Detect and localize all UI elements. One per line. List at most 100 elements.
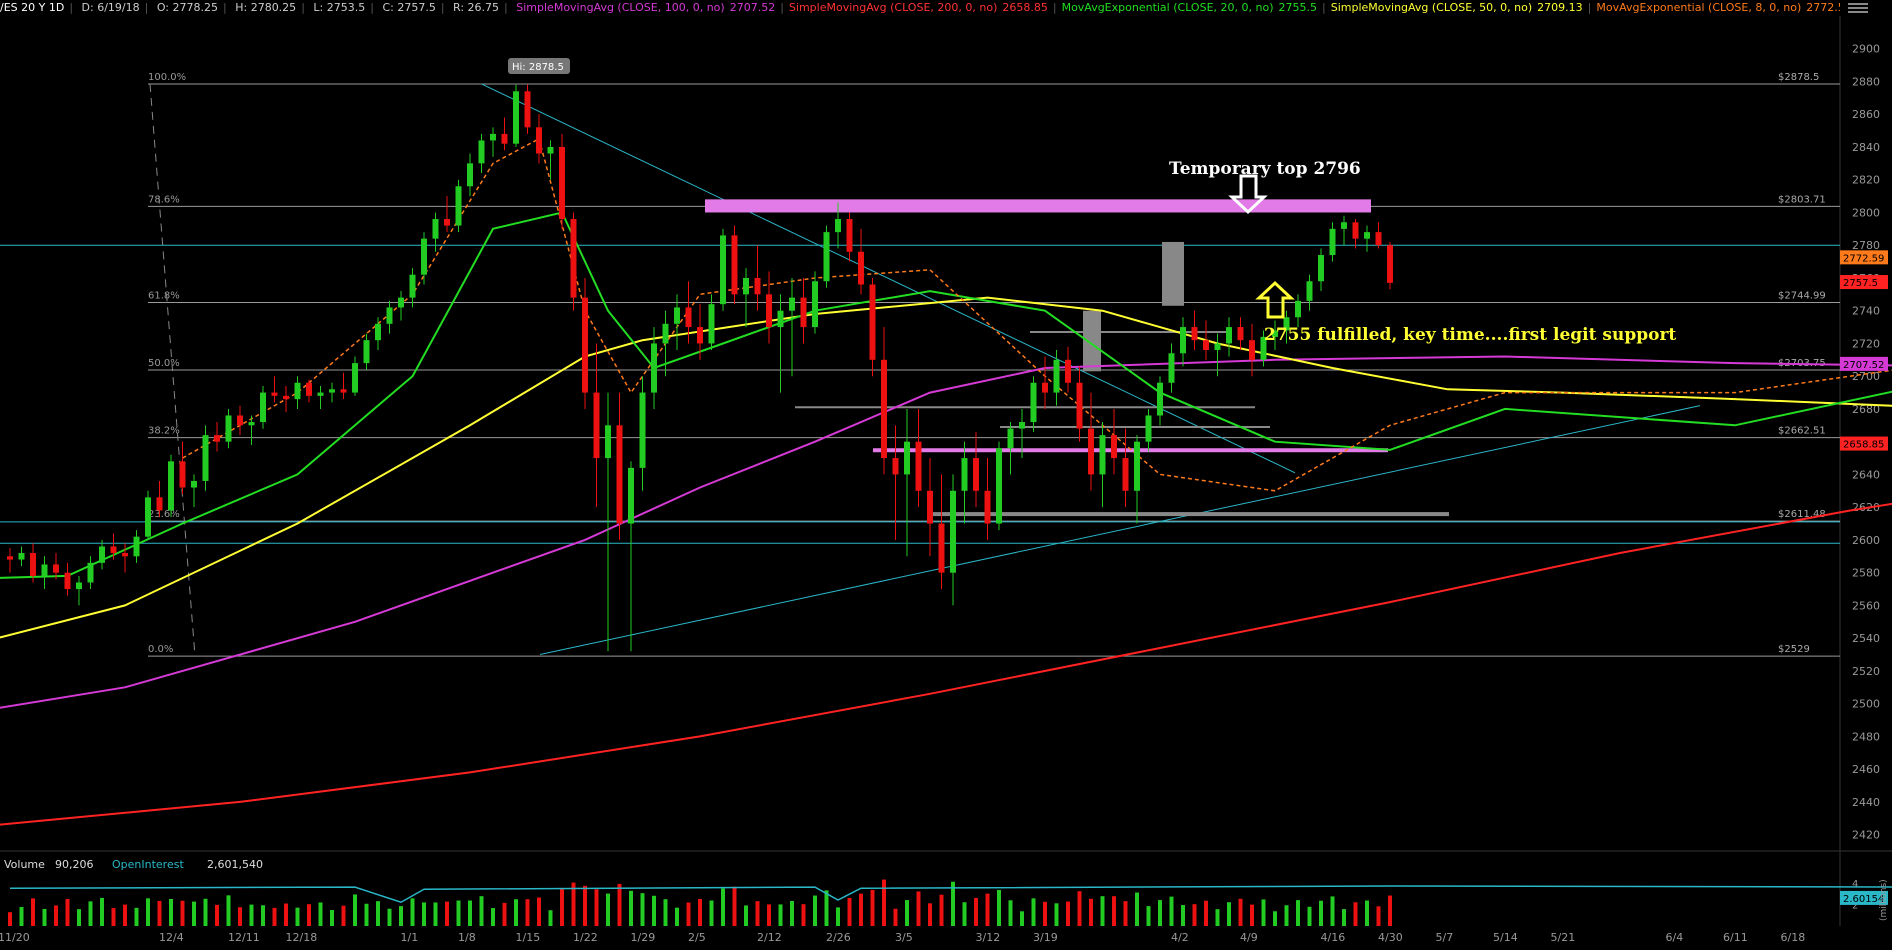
y-tick-label-2740: 2740 bbox=[1852, 305, 1880, 318]
candle-body-46 bbox=[536, 127, 542, 154]
candle-body-30 bbox=[352, 363, 358, 393]
volume-tick-4: 4 bbox=[1852, 879, 1858, 890]
volume-bar-100 bbox=[1158, 900, 1162, 926]
candle-body-60 bbox=[697, 327, 703, 344]
x-tick-label-13: 3/12 bbox=[976, 931, 1001, 944]
y-tick-label-2440: 2440 bbox=[1852, 796, 1880, 809]
volume-bar-47 bbox=[548, 910, 553, 926]
candle-body-17 bbox=[202, 435, 209, 481]
oi-value: 2,601,540 bbox=[207, 858, 263, 871]
candle-body-22 bbox=[260, 392, 266, 423]
volume-bar-83 bbox=[962, 902, 967, 926]
volume-bar-60 bbox=[698, 899, 702, 926]
candle-body-54 bbox=[628, 467, 634, 524]
candle-body-100 bbox=[1157, 382, 1163, 416]
volume-bar-96 bbox=[1112, 896, 1116, 926]
volume-bar-53 bbox=[617, 883, 622, 926]
study-label-3[interactable]: SimpleMovingAvg (CLOSE, 50, 0, no) bbox=[1331, 1, 1532, 14]
volume-bar-73 bbox=[847, 897, 852, 926]
candle-body-116 bbox=[1341, 222, 1347, 229]
menu-icon[interactable] bbox=[1846, 2, 1870, 14]
candle-body-34 bbox=[398, 297, 404, 308]
candle-body-58 bbox=[674, 307, 680, 324]
volume-bar-63 bbox=[732, 886, 737, 926]
volume-bar-23 bbox=[272, 907, 277, 926]
x-tick-label-4: 1/1 bbox=[401, 931, 419, 944]
volume-bar-33 bbox=[387, 908, 392, 926]
y-tick-label-2460: 2460 bbox=[1852, 763, 1880, 776]
volume-bar-106 bbox=[1227, 902, 1231, 926]
volume-bar-56 bbox=[652, 895, 656, 926]
study-label-4[interactable]: MovAvgExponential (CLOSE, 8, 0, no) bbox=[1596, 1, 1801, 14]
x-tick-label-21: 5/21 bbox=[1551, 931, 1576, 944]
volume-bar-62 bbox=[721, 888, 725, 926]
candle-body-44 bbox=[513, 91, 519, 144]
candle-body-80 bbox=[927, 490, 933, 524]
volume-bar-6 bbox=[77, 909, 81, 926]
candle-body-35 bbox=[409, 274, 416, 298]
candle-body-77 bbox=[892, 458, 899, 475]
x-tick-label-2: 12/11 bbox=[228, 931, 260, 944]
high-label: H: 2780.25 bbox=[235, 1, 297, 14]
y-tick-label-2540: 2540 bbox=[1852, 632, 1880, 645]
candle-body-120 bbox=[1387, 245, 1393, 283]
volume-bar-20 bbox=[238, 907, 242, 926]
candle-body-74 bbox=[858, 251, 864, 285]
candle-body-65 bbox=[754, 277, 761, 295]
range-label: R: 26.75 bbox=[453, 1, 500, 14]
volume-bar-64 bbox=[744, 905, 748, 926]
price-chart[interactable]: 2420 2440 2460 2480 2500 2520 2540 2560 2580 2600… bbox=[0, 16, 1892, 950]
study-value-3: 2709.13 bbox=[1537, 1, 1583, 14]
volume-bar-79 bbox=[916, 891, 921, 926]
fib-price-1: $2803.71 bbox=[1778, 194, 1826, 205]
price-badge-text-0: 2772.59 bbox=[1843, 253, 1884, 264]
candle-body-88 bbox=[1019, 422, 1025, 429]
x-tick-label-6: 1/15 bbox=[516, 931, 541, 944]
candle-body-20 bbox=[237, 415, 243, 426]
study-label-0[interactable]: SimpleMovingAvg (CLOSE, 100, 0, no) bbox=[516, 1, 724, 14]
candle-body-13 bbox=[156, 497, 163, 511]
volume-bar-59 bbox=[686, 902, 691, 926]
candle-body-15 bbox=[179, 461, 186, 488]
candle-body-59 bbox=[685, 307, 692, 328]
candle-body-4 bbox=[53, 564, 59, 573]
candle-body-45 bbox=[524, 91, 531, 128]
candle-body-78 bbox=[904, 441, 910, 475]
study-label-1[interactable]: SimpleMovingAvg (CLOSE, 200, 0, no) bbox=[789, 1, 997, 14]
price-badge-text-3: 2658.85 bbox=[1843, 440, 1884, 451]
candle-body-7 bbox=[87, 562, 94, 583]
volume-bar-71 bbox=[824, 890, 829, 926]
candle-body-76 bbox=[881, 359, 887, 459]
candle-body-24 bbox=[283, 395, 289, 400]
volume-bar-52 bbox=[606, 893, 610, 926]
candle-body-119 bbox=[1375, 232, 1382, 246]
y-tick-label-2900: 2900 bbox=[1852, 43, 1880, 56]
candle-body-93 bbox=[1076, 382, 1083, 429]
candle-body-8 bbox=[99, 546, 105, 563]
volume-bar-37 bbox=[433, 902, 438, 926]
volume-bar-18 bbox=[215, 904, 219, 926]
study-label-2[interactable]: MovAvgExponential (CLOSE, 20, 0, no) bbox=[1062, 1, 1274, 14]
candle-body-42 bbox=[490, 133, 496, 141]
candle-body-81 bbox=[938, 523, 945, 573]
volume-bar-103 bbox=[1192, 904, 1197, 926]
y-tick-label-2500: 2500 bbox=[1852, 698, 1880, 711]
fib-pct-6: 0.0% bbox=[148, 644, 173, 655]
x-tick-label-5: 1/8 bbox=[458, 931, 476, 944]
volume-bar-78 bbox=[905, 900, 909, 926]
symbol-label[interactable]: /ES 20 Y 1D bbox=[0, 1, 64, 14]
volume-bar-70 bbox=[813, 895, 817, 926]
candle-body-102 bbox=[1180, 327, 1186, 354]
candle-body-3 bbox=[41, 564, 48, 576]
candle-body-25 bbox=[294, 382, 301, 400]
y-tick-label-2560: 2560 bbox=[1852, 599, 1880, 612]
candle-body-72 bbox=[835, 219, 841, 233]
candle-body-57 bbox=[662, 323, 669, 344]
volume-bar-77 bbox=[893, 908, 898, 926]
volume-value: 90,206 bbox=[55, 858, 94, 871]
candle-body-16 bbox=[191, 480, 197, 488]
volume-bar-66 bbox=[767, 904, 771, 926]
volume-bar-30 bbox=[353, 894, 357, 926]
volume-bar-46 bbox=[537, 897, 541, 926]
candle-body-49 bbox=[570, 219, 577, 298]
